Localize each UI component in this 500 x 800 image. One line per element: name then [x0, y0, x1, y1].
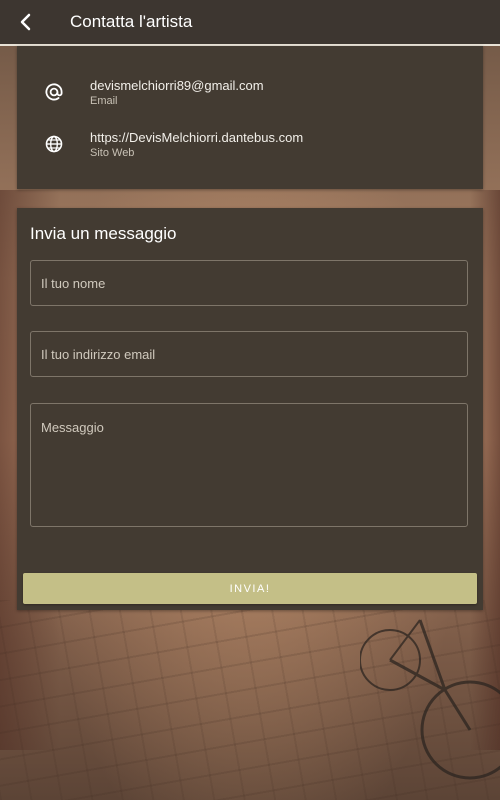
contact-info-card: devismelchiorri89@gmail.com Email https:…	[17, 46, 483, 189]
contact-website-value: https://DevisMelchiorri.dantebus.com	[90, 130, 304, 145]
at-sign-icon	[45, 83, 63, 101]
contact-email-value: devismelchiorri89@gmail.com	[90, 78, 264, 93]
form-title: Invia un messaggio	[30, 224, 177, 243]
contact-email-label: Email	[90, 95, 118, 107]
send-button[interactable]: INVIA!	[23, 573, 477, 604]
contact-website-row[interactable]: https://DevisMelchiorri.dantebus.com Sit…	[17, 128, 483, 168]
name-input[interactable]	[30, 260, 468, 306]
message-textarea[interactable]	[30, 403, 468, 527]
message-form-card: Invia un messaggio INVIA!	[17, 208, 483, 610]
email-input[interactable]	[30, 331, 468, 377]
page-title: Contatta l'artista	[70, 12, 193, 31]
back-button[interactable]	[0, 0, 50, 44]
app-bar: Contatta l'artista	[0, 0, 500, 46]
contact-website-label: Sito Web	[90, 147, 135, 159]
globe-icon	[45, 135, 63, 153]
chevron-left-icon	[20, 13, 31, 31]
bicycle-illustration	[360, 619, 500, 780]
contact-email-row[interactable]: devismelchiorri89@gmail.com Email	[17, 76, 483, 116]
